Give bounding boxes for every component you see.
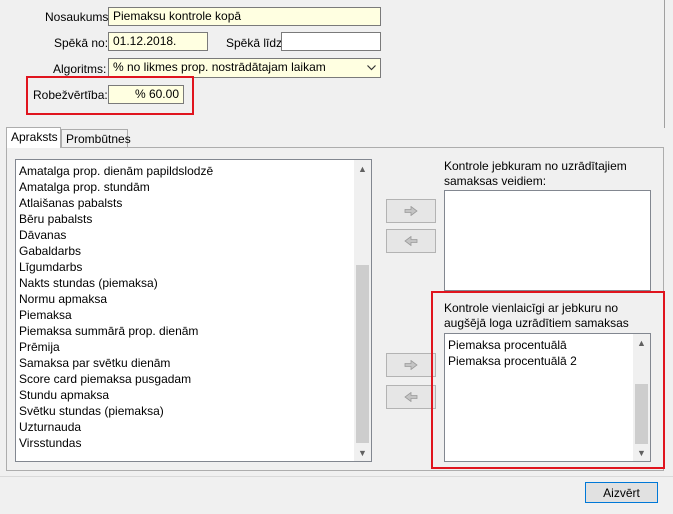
list-item[interactable]: Virsstundas	[19, 435, 353, 451]
right-bottom-highlight	[431, 291, 665, 469]
speka-no-label: Spēkā no:	[54, 36, 109, 50]
list-item[interactable]: Dāvanas	[19, 227, 353, 243]
remove-from-bottom-button[interactable]	[386, 385, 436, 409]
add-to-top-button[interactable]	[386, 199, 436, 223]
list-item[interactable]: Bēru pabalsts	[19, 211, 353, 227]
arrow-right-icon	[404, 360, 418, 370]
list-item[interactable]: Stundu apmaksa	[19, 387, 353, 403]
list-item[interactable]: Atlaišanas pabalsts	[19, 195, 353, 211]
speka-lidz-field[interactable]	[281, 32, 381, 51]
window-edge-line	[664, 0, 665, 128]
list-item[interactable]: Amatalga prop. dienām papildslodzē	[19, 163, 353, 179]
arrow-left-icon	[404, 392, 418, 402]
scroll-down-icon[interactable]: ▼	[354, 444, 371, 461]
algoritms-value: % no likmes prop. nostrādātajam laikam	[113, 60, 326, 74]
left-list-scrollbar[interactable]: ▲ ▼	[354, 160, 371, 461]
list-item[interactable]: Nakts stundas (piemaksa)	[19, 275, 353, 291]
pay-types-list[interactable]: Amatalga prop. dienām papildslodzē Amatal…	[15, 159, 372, 462]
list-item[interactable]: Svētku stundas (piemaksa)	[19, 403, 353, 419]
algoritms-label: Algoritms:	[53, 62, 107, 76]
scroll-up-icon[interactable]: ▲	[354, 160, 371, 177]
arrow-right-icon	[404, 206, 418, 216]
right-top-list[interactable]	[444, 190, 651, 291]
right-top-title: Kontrole jebkuram no uzrādītajiem samaks…	[444, 159, 627, 188]
speka-lidz-label: Spēkā līdz:	[226, 36, 286, 50]
nosaukums-field[interactable]: Piemaksu kontrole kopā	[108, 7, 381, 26]
speka-no-field[interactable]: 01.12.2018.	[108, 32, 208, 51]
list-item[interactable]: Piemaksa	[19, 307, 353, 323]
list-item[interactable]: Uzturnauda	[19, 419, 353, 435]
tab-apraksts[interactable]: Apraksts	[6, 127, 61, 148]
robezvertiba-highlight	[26, 76, 194, 115]
tab-prombutnes[interactable]: Prombūtnes	[61, 129, 131, 147]
list-item[interactable]: Prēmija	[19, 339, 353, 355]
arrow-left-icon	[404, 236, 418, 246]
list-item[interactable]: Līgumdarbs	[19, 259, 353, 275]
nosaukums-label: Nosaukums:	[45, 10, 112, 24]
remove-from-top-button[interactable]	[386, 229, 436, 253]
algoritms-select[interactable]: % no likmes prop. nostrādātajam laikam	[108, 58, 381, 78]
list-item[interactable]: Piemaksa summārā prop. dienām	[19, 323, 353, 339]
left-list-scroll-thumb[interactable]	[356, 265, 369, 443]
add-to-bottom-button[interactable]	[386, 353, 436, 377]
list-item[interactable]: Normu apmaksa	[19, 291, 353, 307]
list-item[interactable]: Amatalga prop. stundām	[19, 179, 353, 195]
list-item[interactable]: Score card piemaksa pusgadam	[19, 371, 353, 387]
list-item[interactable]: Gabaldarbs	[19, 243, 353, 259]
chevron-down-icon[interactable]	[363, 59, 380, 77]
footer-separator	[0, 476, 673, 477]
close-button[interactable]: Aizvērt	[585, 482, 658, 503]
list-item[interactable]: Samaksa par svētku dienām	[19, 355, 353, 371]
